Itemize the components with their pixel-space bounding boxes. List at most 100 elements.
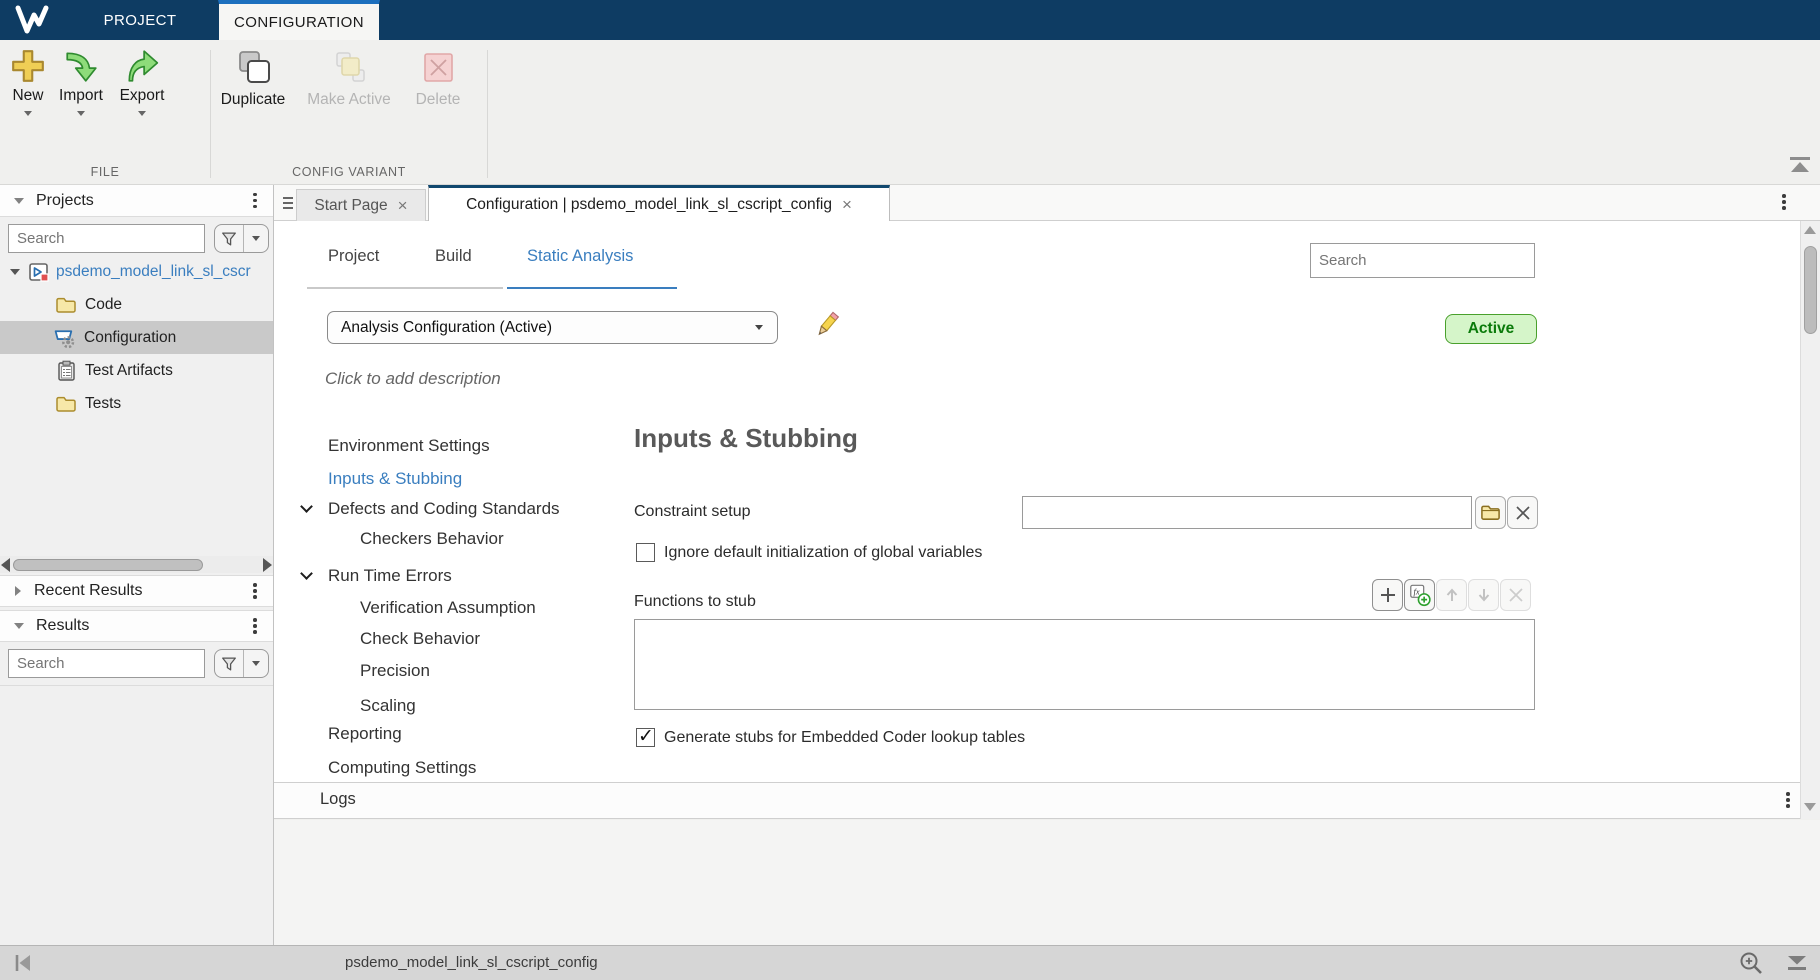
nav-defects-coding-standards[interactable]: Defects and Coding Standards <box>328 497 560 521</box>
scrollbar-thumb[interactable] <box>13 559 203 571</box>
nav-check-behavior[interactable]: Check Behavior <box>360 627 480 651</box>
functions-to-stub-label: Functions to stub <box>634 593 756 611</box>
content-vertical-scrollbar[interactable] <box>1800 221 1820 819</box>
filter-dropdown-button[interactable] <box>244 650 268 677</box>
scroll-right-arrow-icon[interactable] <box>263 558 272 572</box>
scrollbar-thumb[interactable] <box>1804 246 1817 334</box>
add-function-button[interactable]: fx <box>1404 579 1435 611</box>
plus-icon <box>10 48 46 84</box>
status-bar: psdemo_model_link_sl_cscript_config <box>0 945 1820 980</box>
new-label: New <box>12 87 43 105</box>
logs-menu-icon[interactable] <box>1786 792 1790 808</box>
tab-editor-build[interactable]: Build <box>435 247 472 266</box>
scroll-down-arrow-icon[interactable] <box>1804 803 1816 811</box>
nav-reporting[interactable]: Reporting <box>328 722 402 746</box>
scroll-up-arrow-icon[interactable] <box>1804 226 1816 234</box>
tree-row-tests[interactable]: Tests <box>0 387 273 420</box>
filter-button[interactable] <box>215 225 244 252</box>
nav-inputs-stubbing[interactable]: Inputs & Stubbing <box>328 467 462 491</box>
recent-results-menu-icon[interactable] <box>253 583 257 599</box>
collapse-chevron-icon[interactable] <box>14 623 24 629</box>
projects-panel-header[interactable]: Projects <box>0 185 273 217</box>
browse-folder-button[interactable] <box>1475 496 1506 529</box>
tree-row-configuration[interactable]: Configuration <box>0 321 273 354</box>
tree-label-tests: Tests <box>85 395 121 413</box>
config-variant-group-label: CONFIG VARIANT <box>212 165 486 179</box>
close-icon[interactable]: × <box>398 196 408 216</box>
results-panel-title: Results <box>36 617 89 635</box>
duplicate-button[interactable]: Duplicate <box>218 48 288 109</box>
collapse-ribbon-icon[interactable] <box>1788 156 1812 179</box>
nav-verification-assumption[interactable]: Verification Assumption <box>360 596 536 620</box>
logs-panel-header[interactable]: Logs <box>274 782 1800 819</box>
filter-dropdown-button[interactable] <box>244 225 268 252</box>
ignore-init-checkbox[interactable] <box>636 543 655 562</box>
new-button[interactable]: New <box>6 48 50 116</box>
sidebar-horizontal-scrollbar[interactable] <box>0 556 273 573</box>
move-down-button[interactable] <box>1468 579 1499 611</box>
nav-environment-settings[interactable]: Environment Settings <box>328 434 490 458</box>
collapse-statusbar-icon[interactable] <box>1786 955 1808 977</box>
results-panel-header[interactable]: Results <box>0 610 273 642</box>
results-search-input[interactable] <box>8 649 205 678</box>
description-placeholder[interactable]: Click to add description <box>325 369 501 389</box>
panel-title: Inputs & Stubbing <box>634 423 858 454</box>
tree-row-test-artifacts[interactable]: Test Artifacts <box>0 354 273 387</box>
projects-menu-icon[interactable] <box>253 193 257 209</box>
close-icon[interactable]: × <box>842 195 852 215</box>
tab-configuration[interactable]: CONFIGURATION <box>218 0 380 40</box>
title-bar: PROJECT CONFIGURATION <box>0 0 1820 40</box>
constraint-setup-input[interactable] <box>1022 496 1472 529</box>
generate-stubs-label: Generate stubs for Embedded Coder lookup… <box>664 729 1025 747</box>
polyspace-app-window: PROJECT CONFIGURATION New Import Export <box>0 0 1820 980</box>
edit-pencil-icon[interactable] <box>813 311 841 344</box>
tab-list-icon[interactable] <box>282 196 294 215</box>
chevron-down-icon[interactable] <box>24 111 32 116</box>
folder-icon <box>1480 502 1501 523</box>
chevron-down-icon[interactable] <box>300 500 313 513</box>
tab-project[interactable]: PROJECT <box>62 0 218 40</box>
tab-start-page[interactable]: Start Page × <box>296 189 426 221</box>
chevron-down-icon <box>252 236 260 241</box>
expand-chevron-icon[interactable] <box>10 269 20 275</box>
tab-bar-menu-icon[interactable] <box>1782 194 1786 210</box>
tab-editor-static-analysis[interactable]: Static Analysis <box>527 247 633 266</box>
nav-precision[interactable]: Precision <box>360 659 430 683</box>
chevron-down-icon[interactable] <box>77 111 85 116</box>
file-group-label: FILE <box>0 165 210 179</box>
recent-results-panel-header[interactable]: Recent Results <box>0 575 273 607</box>
zoom-in-icon[interactable] <box>1738 950 1765 980</box>
skip-to-start-icon[interactable] <box>12 953 34 978</box>
remove-row-button[interactable] <box>1500 579 1531 611</box>
expand-chevron-icon[interactable] <box>15 586 21 596</box>
chevron-down-icon[interactable] <box>300 567 313 580</box>
functions-to-stub-textarea[interactable] <box>634 619 1535 710</box>
delete-button[interactable]: Delete <box>408 48 468 109</box>
chevron-down-icon[interactable] <box>138 111 146 116</box>
results-menu-icon[interactable] <box>253 618 257 634</box>
projects-search-input[interactable] <box>8 224 205 253</box>
editor-search-input[interactable] <box>1310 243 1535 278</box>
tree-row-code[interactable]: Code <box>0 288 273 321</box>
import-button[interactable]: Import <box>54 48 108 116</box>
move-up-button[interactable] <box>1436 579 1467 611</box>
scroll-left-arrow-icon[interactable] <box>1 558 10 572</box>
tab-configuration-document[interactable]: Configuration | psdemo_model_link_sl_csc… <box>428 185 890 221</box>
chevron-down-icon <box>252 661 260 666</box>
config-variant-dropdown[interactable]: Analysis Configuration (Active) <box>327 311 778 344</box>
clear-field-button[interactable] <box>1507 496 1538 529</box>
nav-run-time-errors[interactable]: Run Time Errors <box>328 564 452 588</box>
tab-editor-project[interactable]: Project <box>328 247 379 266</box>
make-active-icon <box>329 48 369 88</box>
tree-label-configuration: Configuration <box>84 329 176 347</box>
nav-computing-settings[interactable]: Computing Settings <box>328 756 476 780</box>
tree-row-project[interactable]: psdemo_model_link_sl_cscr <box>0 255 273 288</box>
add-row-button[interactable] <box>1372 579 1403 611</box>
nav-checkers-behavior[interactable]: Checkers Behavior <box>360 527 504 551</box>
nav-scaling[interactable]: Scaling <box>360 694 416 718</box>
make-active-button[interactable]: Make Active <box>302 48 396 109</box>
generate-stubs-checkbox[interactable] <box>636 728 655 747</box>
export-button[interactable]: Export <box>114 48 170 116</box>
collapse-chevron-icon[interactable] <box>14 198 24 204</box>
filter-button[interactable] <box>215 650 244 677</box>
